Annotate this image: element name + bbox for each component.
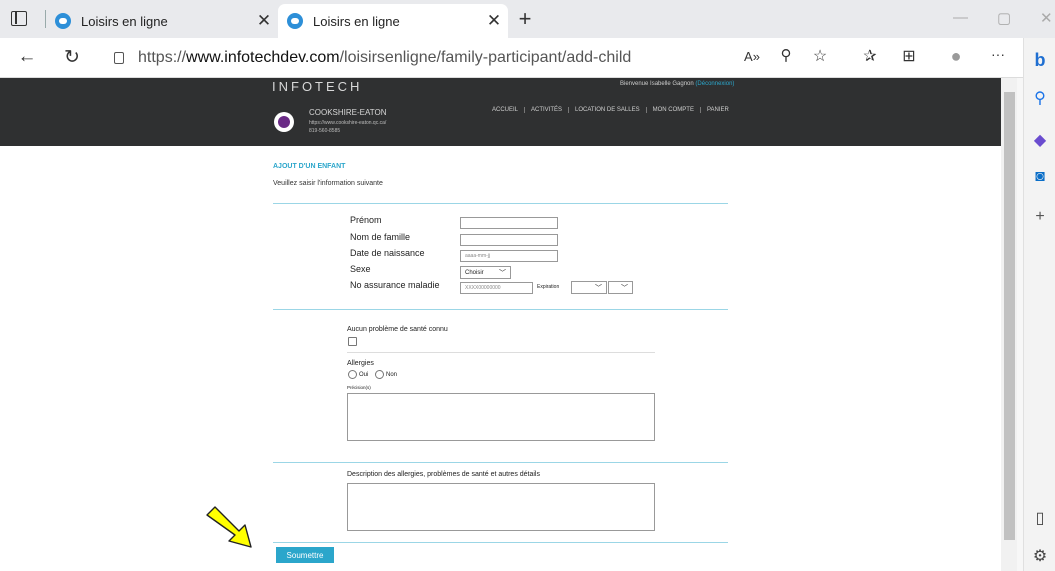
outlook-icon[interactable]: ◙ bbox=[1030, 168, 1050, 188]
sidebar-panel-icon[interactable]: ▯ bbox=[1030, 508, 1050, 528]
profile-avatar-icon[interactable]: ● bbox=[944, 46, 968, 67]
nav-mon-compte[interactable]: MON COMPTE bbox=[647, 107, 701, 113]
allergies-label: Allergies bbox=[347, 360, 374, 367]
org-url[interactable]: https://www.cookshire-eaton.qc.ca/ bbox=[309, 120, 386, 126]
new-tab-button[interactable]: + bbox=[512, 6, 538, 32]
description-textarea[interactable] bbox=[347, 483, 655, 531]
first-name-input[interactable] bbox=[460, 217, 558, 229]
nav-location-salles[interactable]: LOCATION DE SALLES bbox=[569, 107, 647, 113]
minimize-icon[interactable]: — bbox=[953, 9, 968, 26]
precisions-label: Précision(s) bbox=[347, 385, 371, 390]
precisions-textarea[interactable] bbox=[347, 393, 655, 441]
nav-accueil[interactable]: ACCUEIL bbox=[486, 107, 526, 113]
more-options-icon[interactable]: ··· bbox=[986, 46, 1010, 62]
chevron-down-icon: ﹀ bbox=[499, 269, 506, 277]
tab-loisirs-2-active[interactable]: Loisirs en ligne ✕ bbox=[278, 4, 508, 38]
logout-link[interactable]: (Déconnexion) bbox=[695, 81, 734, 87]
tab-loisirs-1[interactable]: Loisirs en ligne ✕ bbox=[46, 4, 278, 38]
org-logo-icon bbox=[274, 112, 294, 132]
last-name-input[interactable] bbox=[460, 234, 558, 246]
add-sidebar-icon[interactable]: + bbox=[1030, 208, 1050, 228]
tab-title: Loisirs en ligne bbox=[81, 13, 168, 29]
allergies-no-label: Non bbox=[386, 372, 398, 378]
tab-title: Loisirs en ligne bbox=[313, 13, 400, 29]
expiration-label: Expiration bbox=[537, 284, 560, 290]
bing-copilot-icon[interactable]: b bbox=[1030, 50, 1050, 70]
lock-icon bbox=[114, 52, 124, 64]
expiration-year-select[interactable]: ﹀ bbox=[608, 281, 633, 294]
url-text: https://www.infotechdev.com/loisirsenlig… bbox=[138, 49, 632, 66]
close-icon[interactable]: ✕ bbox=[250, 11, 278, 31]
org-phone: 819-560-8585 bbox=[309, 128, 341, 134]
health-insurance-label: No assurance maladie bbox=[350, 280, 440, 290]
scrollbar-thumb[interactable] bbox=[1004, 92, 1015, 540]
nav-panier[interactable]: PANIER bbox=[701, 107, 735, 113]
chevron-down-icon: ﹀ bbox=[621, 284, 628, 292]
site-header: INFOTECH Bienvenue Isabelle Gagnon (Déco… bbox=[0, 78, 1001, 146]
no-health-problem-label: Aucun problème de santé connu bbox=[347, 326, 448, 333]
page-subtitle: Veuillez saisir l'information suivante bbox=[273, 180, 383, 187]
page-scrollbar[interactable] bbox=[1001, 78, 1017, 571]
web-page: INFOTECH Bienvenue Isabelle Gagnon (Déco… bbox=[0, 78, 1001, 571]
window-close-icon[interactable]: ✕ bbox=[1040, 9, 1053, 27]
expiration-month-select[interactable]: ﹀ bbox=[571, 281, 607, 294]
allergies-no-radio[interactable] bbox=[375, 370, 384, 379]
page-title: AJOUT D'UN ENFANT bbox=[273, 163, 346, 170]
zoom-icon[interactable]: ⚲ bbox=[774, 46, 798, 64]
divider bbox=[273, 462, 728, 463]
last-name-label: Nom de famille bbox=[350, 232, 411, 242]
office-icon[interactable]: ◆ bbox=[1030, 130, 1050, 150]
site-favicon-icon bbox=[287, 13, 303, 29]
allergies-yes-label: Oui bbox=[359, 372, 369, 378]
no-health-problem-checkbox[interactable] bbox=[348, 337, 357, 346]
favorites-icon[interactable]: ✰ bbox=[858, 46, 882, 66]
sex-select[interactable]: Choisir ﹀ bbox=[460, 266, 511, 279]
browser-window: Loisirs en ligne ✕ Loisirs en ligne ✕ + … bbox=[0, 0, 1055, 571]
org-name: COOKSHIRE-EATON bbox=[309, 108, 387, 117]
search-icon[interactable]: ⚲ bbox=[1030, 88, 1050, 108]
first-name-label: Prénom bbox=[350, 215, 382, 225]
refresh-icon[interactable]: ↻ bbox=[60, 46, 84, 69]
allergies-yes-radio[interactable] bbox=[348, 370, 357, 379]
welcome-text: Bienvenue Isabelle Gagnon (Déconnexion) bbox=[620, 81, 735, 87]
tab-strip: Loisirs en ligne ✕ Loisirs en ligne ✕ + … bbox=[0, 0, 1055, 38]
divider bbox=[273, 542, 728, 543]
sex-label: Sexe bbox=[350, 264, 371, 274]
infotech-logo: INFOTECH bbox=[272, 79, 363, 94]
site-favicon-icon bbox=[55, 13, 71, 29]
site-nav: ACCUEIL ACTIVITÉS LOCATION DE SALLES MON… bbox=[486, 107, 735, 113]
close-icon[interactable]: ✕ bbox=[480, 11, 508, 31]
description-label: Description des allergies, problèmes de … bbox=[347, 471, 540, 478]
chevron-down-icon: ﹀ bbox=[595, 284, 602, 292]
birthdate-label: Date de naissance bbox=[350, 248, 425, 258]
back-arrow-icon[interactable]: ← bbox=[15, 46, 39, 68]
birthdate-input[interactable]: aaaa-mm-jj bbox=[460, 250, 558, 262]
submit-button[interactable]: Soumettre bbox=[276, 547, 334, 563]
browser-sidebar: b ⚲ ◆ ◙ + ▯ ⚙ bbox=[1023, 38, 1055, 571]
add-favorite-icon[interactable]: ☆ bbox=[808, 46, 832, 66]
settings-gear-icon[interactable]: ⚙ bbox=[1030, 546, 1050, 566]
maximize-icon[interactable]: ▢ bbox=[997, 9, 1011, 27]
divider bbox=[347, 352, 655, 353]
read-aloud-icon[interactable]: A» bbox=[740, 49, 764, 64]
browser-toolbar: ← ↻ https://www.infotechdev.com/loisirse… bbox=[0, 38, 1055, 78]
collections-icon[interactable]: ⊞ bbox=[897, 46, 921, 66]
divider bbox=[273, 309, 728, 310]
health-insurance-input[interactable]: XXXX00000000 bbox=[460, 282, 533, 294]
nav-activites[interactable]: ACTIVITÉS bbox=[525, 107, 570, 113]
arrow-pointer-icon bbox=[206, 506, 252, 548]
tab-actions-icon[interactable] bbox=[11, 11, 27, 26]
divider bbox=[273, 203, 728, 204]
